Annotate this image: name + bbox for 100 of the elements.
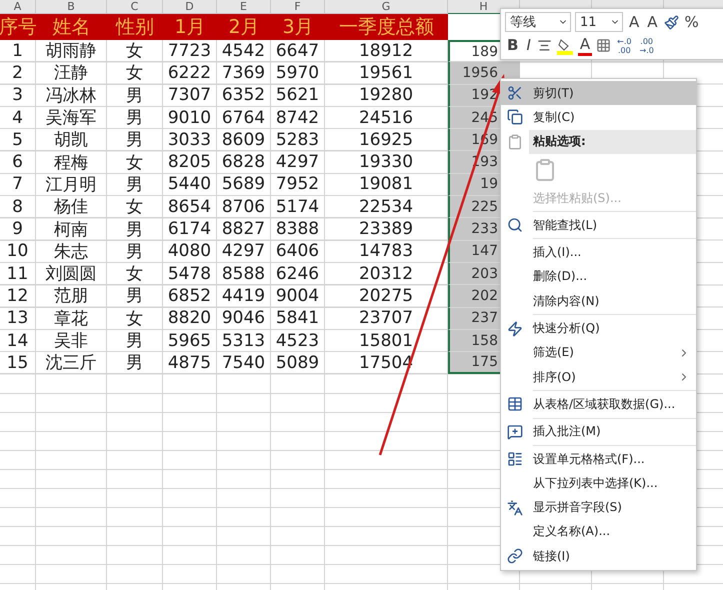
table-cell: 5841 — [271, 308, 325, 330]
table-cell: 男 — [107, 84, 163, 107]
percent-button[interactable]: % — [682, 12, 701, 32]
format-icon[interactable] — [664, 14, 679, 30]
header-cell: 1月 — [163, 14, 217, 40]
menu-icon — [507, 500, 523, 516]
table-cell: 5313 — [217, 330, 271, 352]
table-cell: 冯冰林 — [36, 84, 107, 107]
table-cell: 女 — [107, 262, 163, 286]
table-cell: 6 — [0, 151, 36, 174]
table-cell: 4523 — [271, 330, 325, 352]
header-cell: 性别 — [107, 14, 163, 40]
table-cell: 5440 — [163, 174, 217, 196]
table-cell: 4080 — [163, 240, 217, 263]
table-cell: 6406 — [271, 240, 325, 263]
font-field[interactable]: 等线 — [505, 12, 571, 32]
table-cell: 9 — [0, 218, 36, 241]
menu-item[interactable]: 链接(I) — [501, 544, 696, 568]
table-cell: 8609 — [217, 129, 271, 152]
table-cell: 2 — [0, 62, 36, 85]
column-header[interactable]: B — [67, 0, 75, 13]
table-cell: 7307 — [163, 84, 217, 107]
menu-icon — [507, 396, 523, 412]
menu-icon — [507, 320, 523, 337]
fill-color-icon[interactable] — [556, 36, 574, 55]
table-cell: 6246 — [271, 262, 325, 286]
table-cell: 9046 — [217, 308, 271, 330]
table-cell: 8654 — [163, 196, 217, 218]
table-cell: 男 — [107, 129, 163, 152]
table-cell: 8827 — [217, 218, 271, 241]
table-cell: 男 — [107, 285, 163, 308]
shrink-font-button[interactable]: A — [645, 12, 660, 32]
table-cell: 3 — [0, 84, 36, 107]
table-cell: 1 — [0, 40, 36, 62]
table-cell: 6222 — [163, 62, 217, 85]
table-cell: 吴非 — [36, 330, 107, 352]
column-header[interactable]: G — [382, 0, 390, 13]
table-cell: 女 — [107, 308, 163, 330]
table-cell: 男 — [107, 240, 163, 263]
italic-button[interactable]: I — [524, 36, 533, 56]
increase-decimal-button[interactable]: ←.0 .00 — [615, 36, 634, 56]
table-cell: 男 — [107, 330, 163, 352]
table-cell: 6828 — [217, 151, 271, 174]
table-cell: 江月明 — [36, 174, 107, 196]
table-cell: 8205 — [163, 151, 217, 174]
table-cell: 5970 — [271, 62, 325, 85]
table-cell: 1956 — [448, 62, 520, 85]
table-cell: 吴海军 — [36, 106, 107, 130]
table-cell: 8820 — [163, 308, 217, 330]
menu-item[interactable]: 显示拼音字段(S) — [501, 495, 696, 520]
grow-font-button[interactable]: A — [627, 12, 642, 32]
table-cell: 5965 — [163, 330, 217, 352]
table-cell: 男 — [107, 174, 163, 196]
table-cell: 男 — [107, 106, 163, 130]
column-header[interactable]: E — [240, 0, 247, 13]
header-cell: 姓名 — [36, 14, 107, 40]
table-cell: 汪静 — [36, 62, 107, 85]
menu-item[interactable]: 定义名称(A)... — [501, 520, 696, 544]
table-cell: 4875 — [163, 352, 217, 374]
table-cell: 4542 — [217, 40, 271, 62]
table-cell: 10 — [0, 240, 36, 263]
table-cell: 6352 — [217, 84, 271, 107]
menu-item[interactable]: 从表格/区域获取数据(G)... — [501, 392, 696, 417]
font-color-button[interactable]: A — [578, 36, 592, 56]
table-cell: 胡雨静 — [36, 40, 107, 62]
column-header[interactable]: D — [185, 0, 194, 13]
menu-icon — [507, 451, 523, 467]
menu-item[interactable]: 剪切(T) — [501, 81, 696, 106]
table-cell: 11 — [0, 262, 36, 286]
column-header[interactable]: H — [479, 0, 488, 13]
table-cell: 5621 — [271, 84, 325, 107]
menu-item[interactable]: 插入批注(M) — [501, 420, 696, 444]
menu-icon — [507, 85, 523, 102]
borders-icon[interactable] — [596, 38, 612, 54]
align-icon[interactable] — [536, 38, 552, 54]
column-header[interactable]: A — [14, 0, 22, 13]
table-cell: 14 — [0, 330, 36, 352]
table-cell: 章花 — [36, 308, 107, 330]
clipboard-icon — [507, 134, 523, 150]
table-cell: 女 — [107, 62, 163, 85]
table-cell: 9010 — [163, 106, 217, 130]
header-cell: 2月 — [217, 14, 271, 40]
table-cell: 3033 — [163, 129, 217, 152]
table-cell: 杨佳 — [36, 196, 107, 218]
decrease-decimal-button[interactable]: .00 →.0 — [637, 36, 656, 56]
table-cell: 5689 — [217, 174, 271, 196]
menu-header: 粘贴选项: — [529, 130, 696, 154]
table-cell: 7723 — [163, 40, 217, 62]
table-cell: 4297 — [271, 151, 325, 174]
font-size-field[interactable]: 11 — [575, 12, 623, 32]
table-cell: 6647 — [271, 40, 325, 62]
table-cell: 女 — [107, 196, 163, 218]
menu-item[interactable]: 从下拉列表中选择(K)... — [501, 471, 696, 496]
table-cell: 12 — [0, 285, 36, 308]
table-cell: 沈三斤 — [36, 352, 107, 374]
table-cell: 6852 — [163, 285, 217, 308]
column-header[interactable]: C — [130, 0, 138, 13]
table-cell: 8742 — [271, 106, 325, 130]
menu-item[interactable]: 设置单元格格式(F)... — [501, 446, 696, 472]
column-header[interactable]: F — [294, 0, 301, 13]
